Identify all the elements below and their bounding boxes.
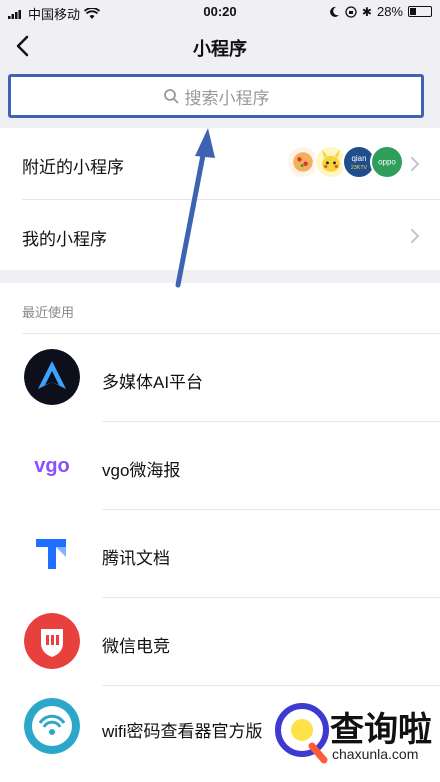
app-name: 腾讯文档 — [102, 549, 170, 568]
wechat-esports-icon — [24, 613, 80, 669]
wifi-viewer-icon — [24, 698, 80, 754]
recent-app-item[interactable]: vgo vgo微海报 — [0, 422, 440, 509]
search-input[interactable]: 搜索小程序 — [8, 74, 424, 118]
page-title: 小程序 — [193, 39, 247, 59]
oppo-badge-icon: oppo — [370, 145, 404, 179]
svg-text:vgo: vgo — [34, 455, 70, 477]
nearby-miniprograms-row[interactable]: 附近的小程序 qian 23KTV oppo — [0, 128, 440, 200]
app-name: wifi密码查看器官方版 — [102, 722, 263, 741]
recent-app-item[interactable]: 微信电竞 — [0, 598, 440, 685]
svg-text:qian: qian — [351, 154, 366, 163]
svg-text:oppo: oppo — [378, 158, 396, 167]
watermark-title: 查询啦 — [330, 711, 432, 749]
tencent-docs-icon — [24, 525, 80, 581]
vgo-icon: vgo — [24, 437, 80, 493]
watermark-url: chaxunla.com — [332, 746, 419, 762]
recent-app-item[interactable]: 腾讯文档 — [0, 510, 440, 597]
app-name: 多媒体AI平台 — [102, 373, 204, 392]
bluetooth-icon: ✱ — [361, 4, 372, 19]
svg-text:23KTV: 23KTV — [351, 165, 368, 171]
recent-header: 最近使用 — [22, 305, 75, 320]
moon-icon — [329, 6, 339, 17]
app-name: 微信电竞 — [102, 637, 170, 656]
app-name: vgo微海报 — [102, 461, 181, 480]
search-placeholder: 搜索小程序 — [184, 88, 270, 108]
chevron-right-icon — [411, 157, 420, 171]
watermark-logo: 查询啦 chaxunla.com — [272, 690, 440, 782]
mine-label: 我的小程序 — [22, 230, 107, 249]
search-icon — [163, 89, 178, 104]
nearby-badges: qian 23KTV oppo — [286, 145, 404, 179]
status-right: ✱ 28% — [328, 4, 432, 19]
status-bar: 中国移动 00:20 ✱ 28% — [0, 0, 440, 24]
battery-percent: 28% — [376, 4, 403, 19]
battery-icon — [408, 6, 432, 17]
search-area: 搜索小程序 — [0, 68, 440, 128]
battery-fill — [410, 8, 416, 15]
orientation-lock-icon — [345, 5, 357, 18]
nearby-label: 附近的小程序 — [22, 158, 124, 177]
nav-bar: 小程序 — [0, 24, 440, 68]
recent-app-item[interactable]: 多媒体AI平台 — [0, 334, 440, 421]
ai-platform-icon — [24, 349, 80, 405]
chevron-right-icon — [411, 229, 420, 243]
my-miniprograms-row[interactable]: 我的小程序 — [0, 200, 440, 272]
section-gap — [0, 270, 440, 283]
